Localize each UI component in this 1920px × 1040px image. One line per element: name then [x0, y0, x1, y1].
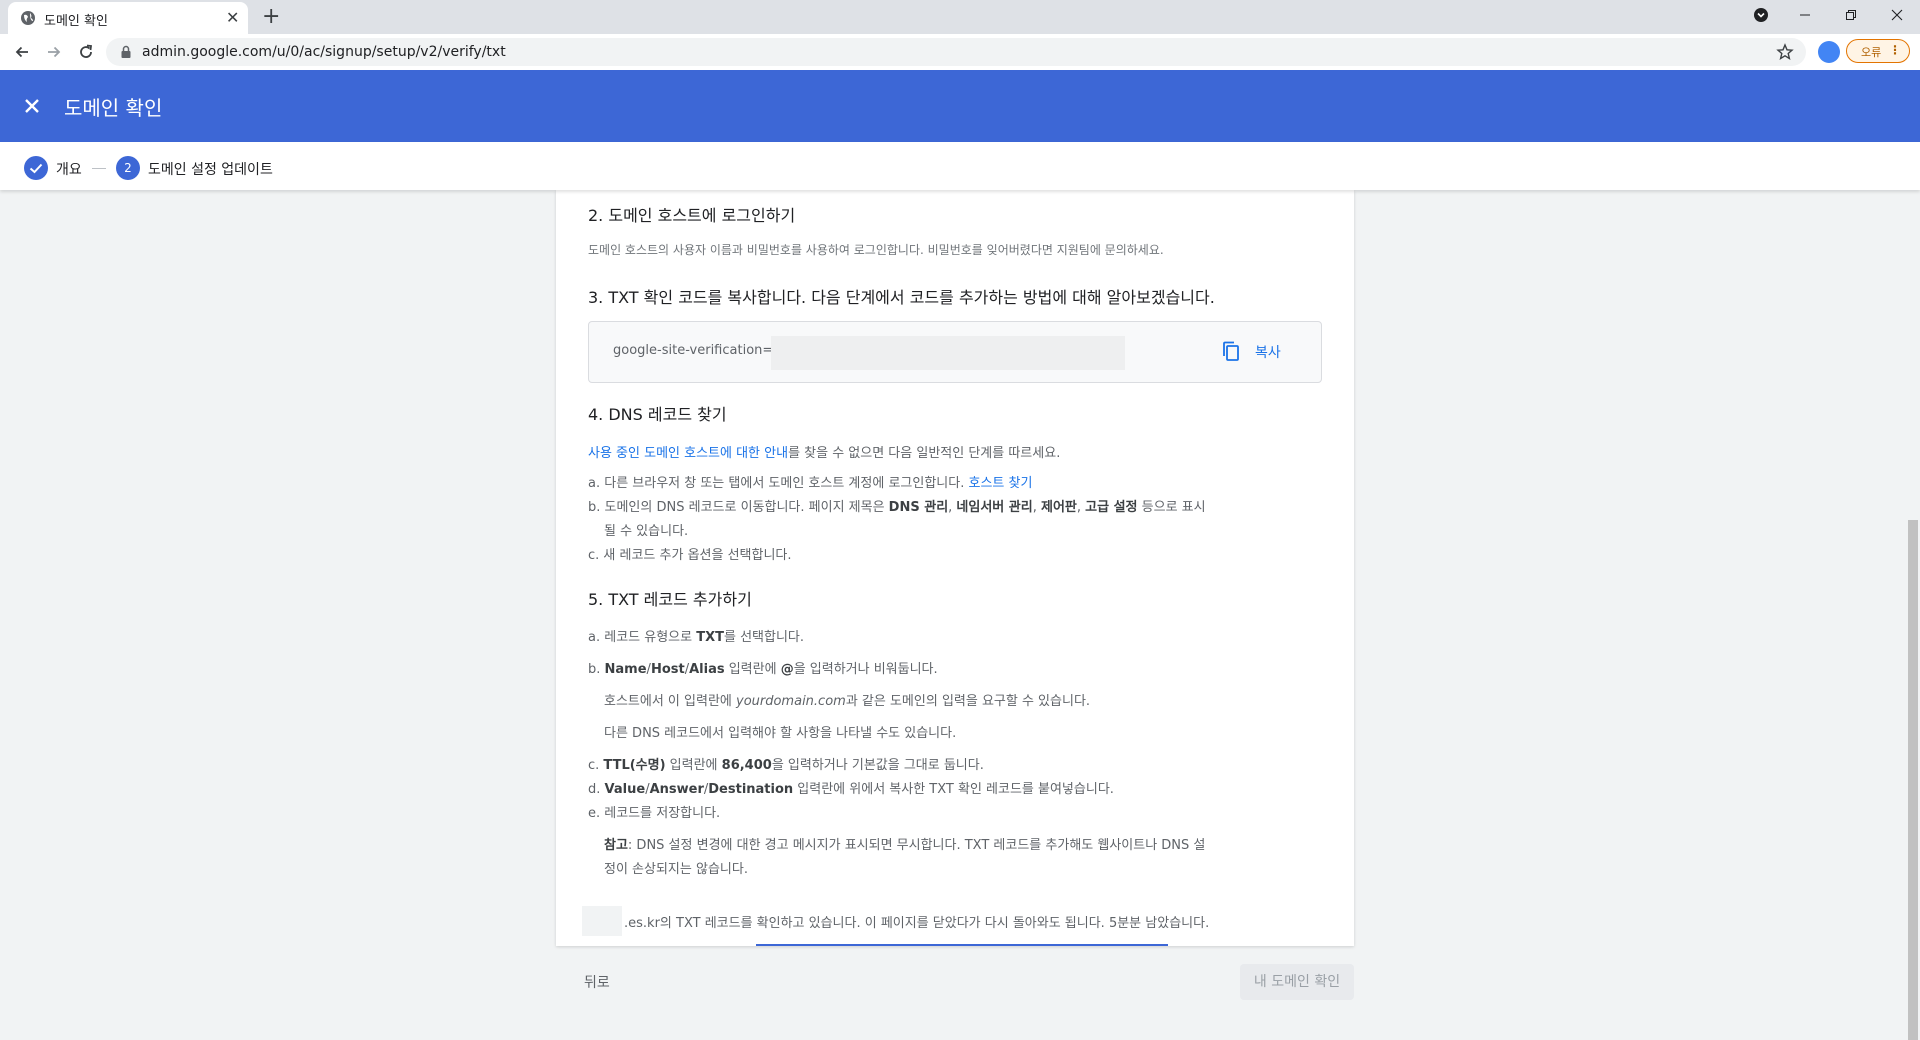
- add-step-b-note2: 다른 DNS 레코드에서 입력해야 할 사항을 나타낼 수도 있습니다.: [604, 726, 957, 741]
- back-arrow-icon[interactable]: [10, 40, 34, 64]
- add-step-d: d. Value/Answer/Destination 입력란에 위에서 복사한…: [588, 782, 1114, 797]
- tab-title: 도메인 확인: [44, 14, 108, 29]
- find-step-b: b. 도메인의 DNS 레코드로 이동합니다. 페이지 제목은 DNS 관리, …: [588, 500, 1206, 515]
- progress-bar: [756, 944, 1168, 946]
- back-button[interactable]: 뒤로: [584, 972, 610, 992]
- instructions-card: 2. 도메인 호스트에 로그인하기 도메인 호스트의 사용자 이름과 비밀번호를…: [556, 190, 1354, 946]
- tab-close-icon[interactable]: ✕: [226, 8, 239, 28]
- verification-code-text: google-site-verification=k: [613, 343, 781, 358]
- browser-tabstrip: 도메인 확인 ✕ +: [0, 0, 1920, 34]
- copy-icon[interactable]: [1221, 341, 1241, 363]
- lock-icon: [121, 45, 131, 58]
- error-chip-button[interactable]: 오류 ⋮: [1846, 39, 1910, 63]
- find-step-a: a. 다른 브라우저 창 또는 탭에서 도메인 호스트 계정에 로그인합니다. …: [588, 476, 1033, 491]
- url-text: admin.google.com/u/0/ac/signup/setup/v2/…: [142, 44, 506, 60]
- verification-status-text: .es.kr의 TXT 레코드를 확인하고 있습니다. 이 페이지를 닫았다가 …: [624, 916, 1210, 931]
- section-find-intro: 사용 중인 도메인 호스트에 대한 안내를 찾을 수 없으면 다음 일반적인 단…: [588, 446, 1061, 461]
- find-host-link[interactable]: 호스트 찾기: [968, 476, 1032, 491]
- verification-code-box: google-site-verification=k 복사: [588, 321, 1322, 383]
- section-add-title: 5. TXT 레코드 추가하기: [588, 590, 752, 609]
- step-overview-label[interactable]: 개요: [56, 159, 82, 179]
- profile-avatar[interactable]: [1818, 41, 1840, 63]
- section-find-title: 4. DNS 레코드 찾기: [588, 405, 727, 424]
- restore-icon[interactable]: [1828, 0, 1874, 30]
- verify-domain-button[interactable]: 내 도메인 확인: [1240, 964, 1354, 1000]
- add-note-line2: 정이 손상되지는 않습니다.: [604, 862, 748, 877]
- reload-icon[interactable]: [74, 40, 98, 64]
- app-header: 도메인 확인: [0, 70, 1920, 142]
- add-step-b: b. Name/Host/Alias 입력란에 @을 입력하거나 비워둡니다.: [588, 662, 938, 677]
- error-chip-label: 오류: [1861, 46, 1882, 59]
- find-step-b-line2: 될 수 있습니다.: [604, 524, 689, 539]
- redacted-code-region: [771, 336, 1125, 370]
- browser-toolbar: admin.google.com/u/0/ac/signup/setup/v2/…: [0, 34, 1920, 70]
- browser-tab[interactable]: 도메인 확인 ✕: [8, 2, 248, 34]
- page-title: 도메인 확인: [64, 96, 163, 120]
- copy-button[interactable]: 복사: [1255, 342, 1281, 362]
- section-copy-title: 3. TXT 확인 코드를 복사합니다. 다음 단계에서 코드를 추가하는 방법…: [588, 288, 1215, 307]
- address-bar[interactable]: admin.google.com/u/0/ac/signup/setup/v2/…: [106, 38, 1806, 66]
- redacted-domain-region: [582, 906, 622, 936]
- step-number-badge: 2: [116, 156, 140, 180]
- bookmark-star-icon[interactable]: [1776, 43, 1794, 61]
- step-divider: [92, 168, 106, 169]
- more-vert-icon: ⋮: [1889, 43, 1901, 57]
- add-step-b-note1: 호스트에서 이 입력란에 yourdomain.com과 같은 도메인의 입력을…: [604, 694, 1091, 709]
- forward-arrow-icon[interactable]: [42, 40, 66, 64]
- close-window-icon[interactable]: [1874, 0, 1920, 30]
- host-guide-link[interactable]: 사용 중인 도메인 호스트에 대한 안내: [588, 446, 788, 461]
- section-login-body: 도메인 호스트의 사용자 이름과 비밀번호를 사용하여 로그인합니다. 비밀번호…: [588, 243, 1164, 257]
- add-step-c: c. TTL(수명) 입력란에 86,400을 입력하거나 기본값을 그대로 둡…: [588, 758, 984, 773]
- new-tab-icon[interactable]: +: [262, 4, 280, 30]
- section-login-title: 2. 도메인 호스트에 로그인하기: [588, 206, 796, 225]
- tab-search-icon[interactable]: [1738, 0, 1784, 30]
- setup-stepper: 개요 2 도메인 설정 업데이트: [0, 142, 1920, 190]
- globe-icon: [21, 11, 35, 25]
- step-complete-check-icon: [24, 156, 48, 180]
- add-note: 참고: DNS 설정 변경에 대한 경고 메시지가 표시되면 무시합니다. TX…: [604, 838, 1206, 853]
- page-scrollbar[interactable]: [1908, 520, 1918, 1040]
- add-step-e: e. 레코드를 저장합니다.: [588, 806, 721, 821]
- step-update-settings-label: 도메인 설정 업데이트: [148, 162, 273, 178]
- find-step-c: c. 새 레코드 추가 옵션을 선택합니다.: [588, 548, 792, 563]
- close-icon[interactable]: [20, 94, 44, 118]
- add-step-a: a. 레코드 유형으로 TXT를 선택합니다.: [588, 630, 805, 645]
- minimize-icon[interactable]: [1782, 0, 1828, 30]
